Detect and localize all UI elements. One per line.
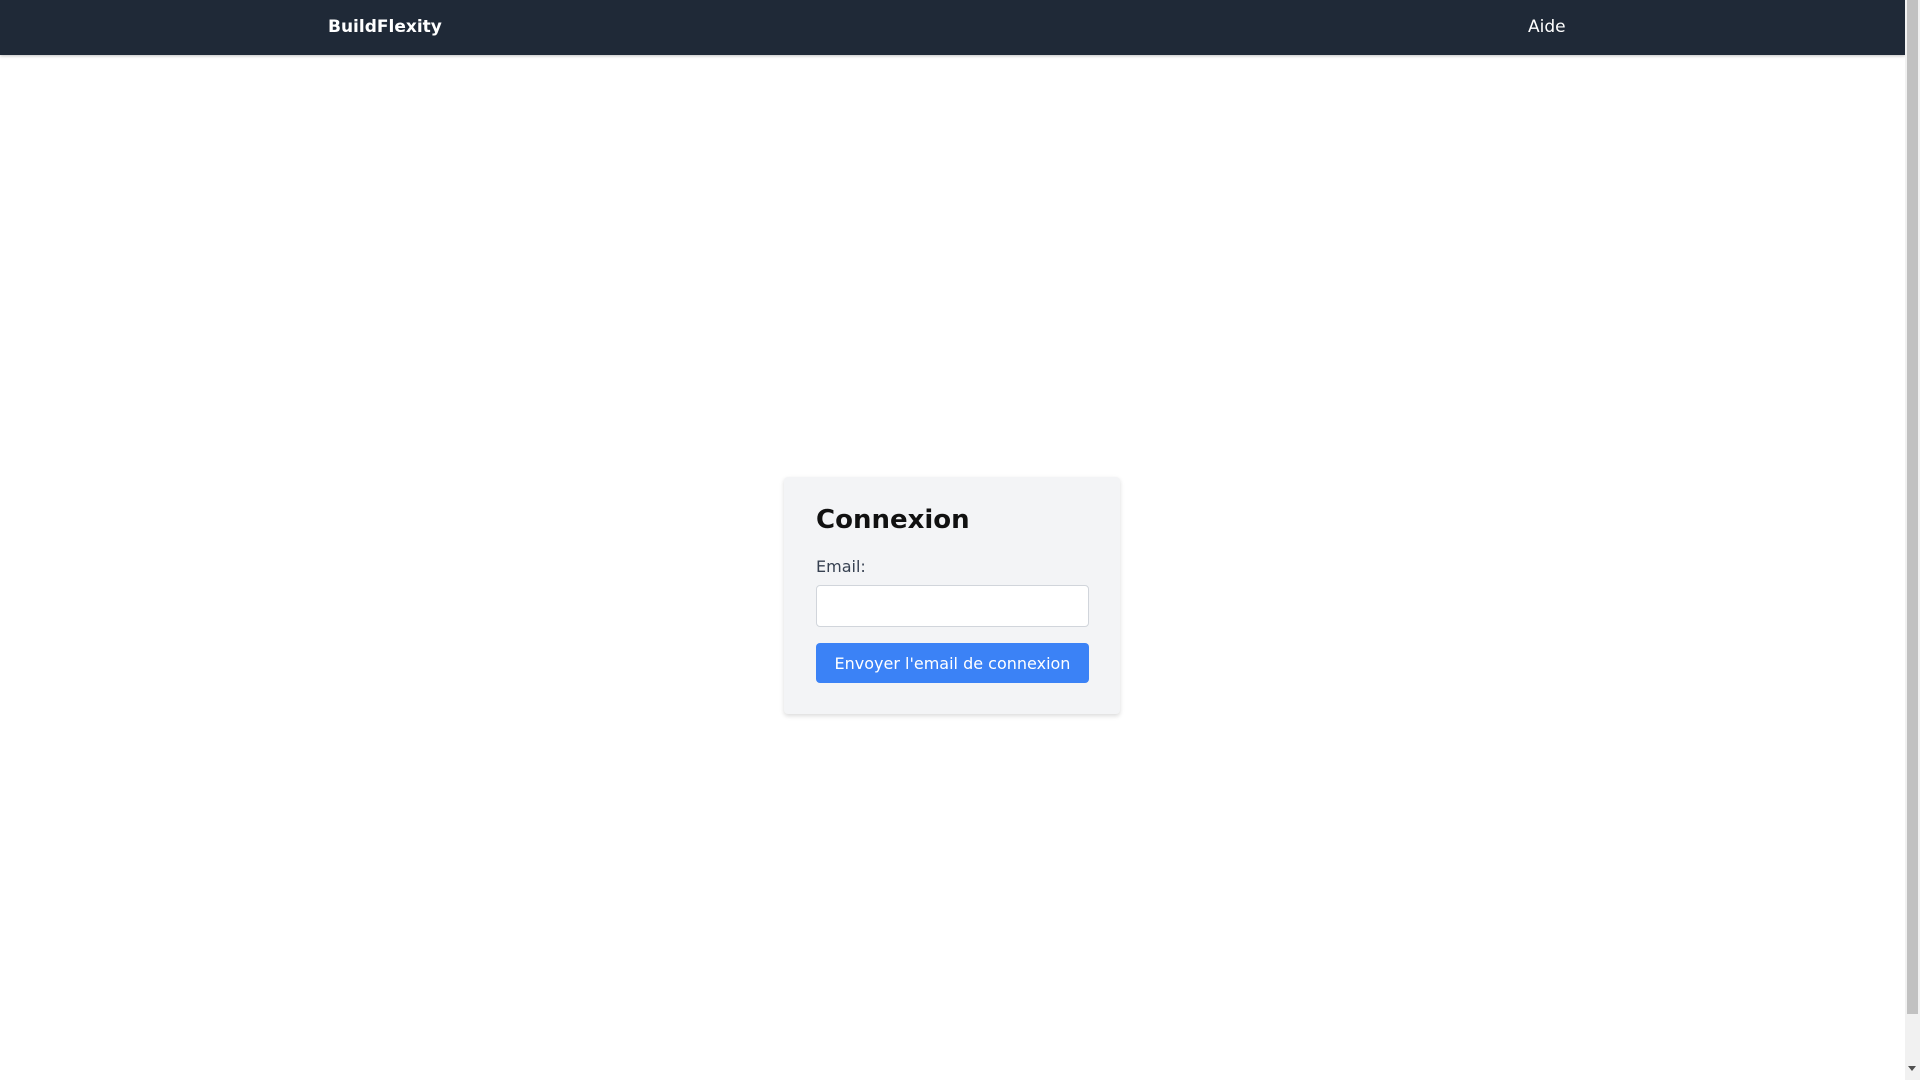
brand-logo-link[interactable]: BuildFlexity xyxy=(328,0,442,55)
email-label: Email: xyxy=(816,557,866,576)
email-field[interactable] xyxy=(816,585,1089,627)
vertical-scrollbar[interactable] xyxy=(1905,0,1920,1080)
content-area: BuildFlexity Aide Connexion Email: Envoy… xyxy=(0,0,1905,1080)
scrollbar-thumb[interactable] xyxy=(1907,0,1918,1014)
send-login-email-button[interactable]: Envoyer l'email de connexion xyxy=(816,643,1089,683)
page-title: Connexion xyxy=(816,505,970,535)
help-link[interactable]: Aide xyxy=(1528,0,1566,55)
chevron-down-icon[interactable] xyxy=(1908,1066,1916,1071)
page: BuildFlexity Aide Connexion Email: Envoy… xyxy=(0,0,1920,1080)
login-card: Connexion Email: Envoyer l'email de conn… xyxy=(784,477,1120,714)
top-navbar: BuildFlexity Aide xyxy=(0,0,1905,55)
